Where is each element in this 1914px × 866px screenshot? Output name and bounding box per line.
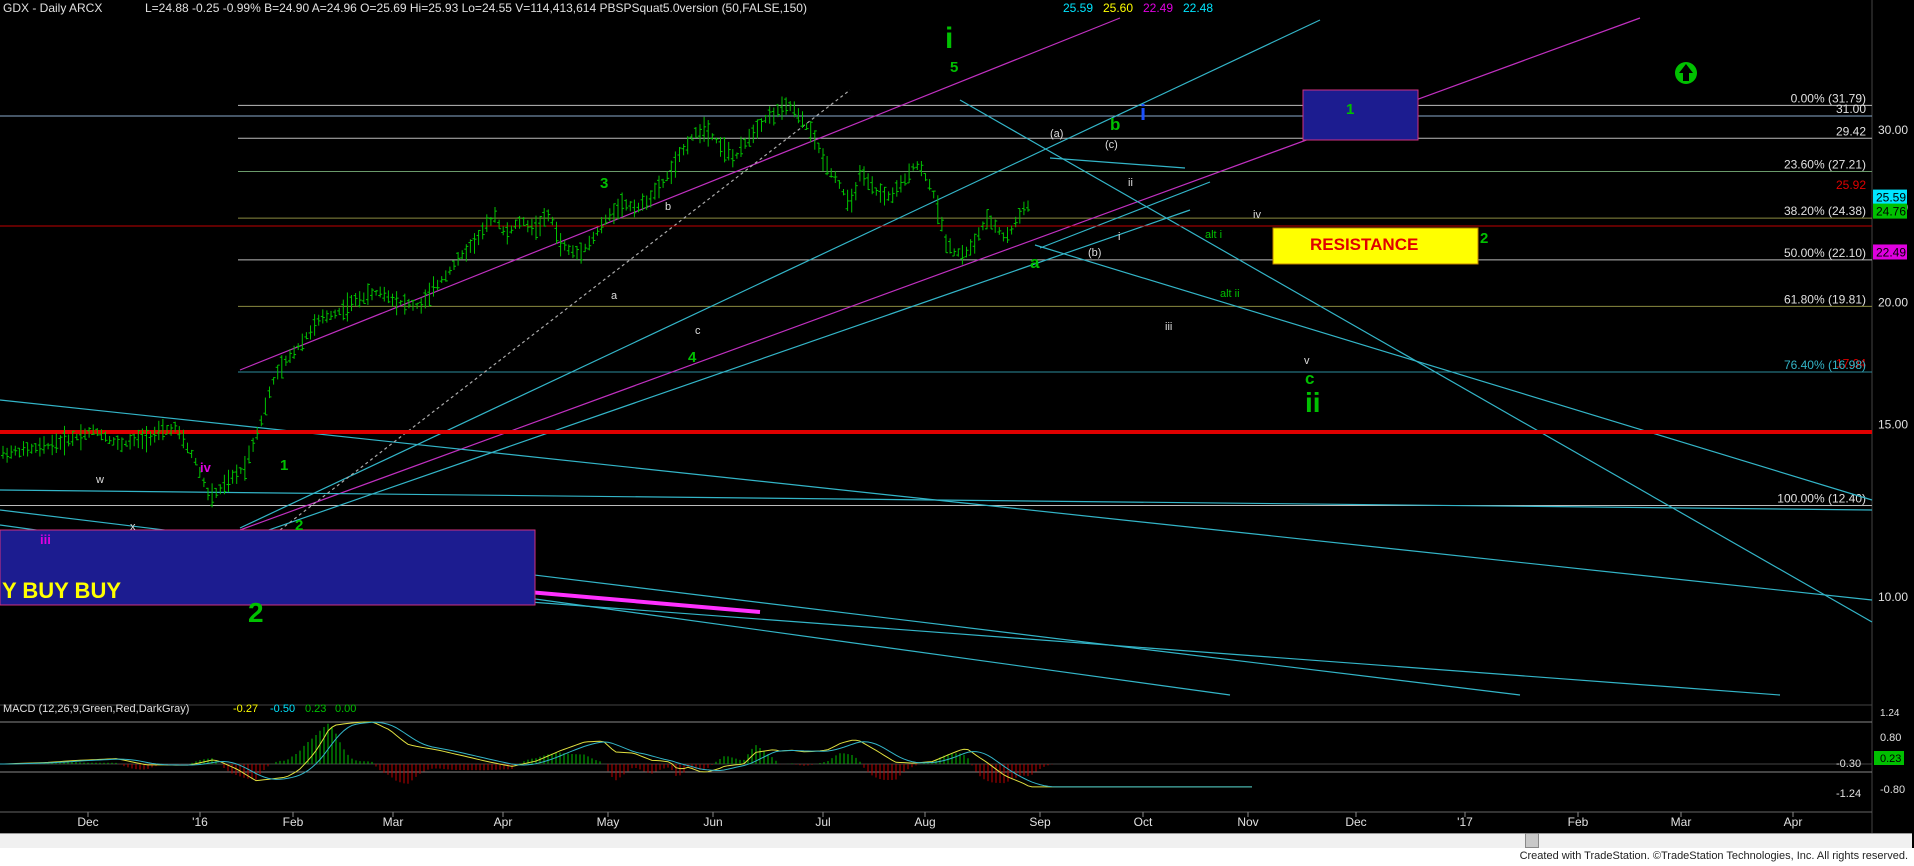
svg-text:x: x — [130, 521, 136, 533]
price-tick-label: 15.00 — [1878, 418, 1908, 432]
svg-text:b: b — [665, 201, 671, 213]
date-tick-label: Feb — [1568, 815, 1589, 829]
chart-scrollbar[interactable] — [0, 833, 1912, 848]
svg-text:(c): (c) — [1105, 139, 1118, 151]
wave-label-i: i — [945, 22, 953, 55]
resistance-label: RESISTANCE — [1310, 235, 1418, 254]
macd-value-3: 0.23 — [305, 703, 326, 715]
date-tick-label: Apr — [1784, 815, 1803, 829]
wave-label-iv: iv — [200, 460, 212, 475]
macd-value-4: 0.00 — [335, 703, 356, 715]
macd-value-1: -0.27 — [233, 703, 258, 715]
up-arrow-icon — [1675, 62, 1697, 84]
date-tick-label: Jul — [815, 815, 830, 829]
date-tick-label: '16 — [192, 815, 208, 829]
wave-label-blue-i: i — [1140, 100, 1146, 125]
wave-label-2-large: 2 — [248, 597, 264, 628]
svg-text:w: w — [95, 474, 104, 486]
date-tick-label: May — [597, 815, 620, 829]
svg-text:(a): (a) — [1050, 128, 1063, 140]
price-tick-label: 30.00 — [1878, 123, 1908, 137]
header-indicator-3: 22.49 — [1143, 1, 1173, 15]
wave-label-4: 4 — [688, 349, 697, 366]
svg-text:v: v — [1304, 355, 1310, 367]
wave-label-1: 1 — [280, 457, 288, 474]
wave-label-ii: ii — [1305, 387, 1321, 418]
price-chart: 0.00% (31.79)31.0029.4223.60% (27.21)25.… — [0, 0, 1914, 866]
svg-text:alt i: alt i — [1205, 229, 1222, 241]
wave-label-c: c — [1305, 369, 1314, 388]
wave-label-3: 3 — [600, 175, 608, 192]
svg-text:alt ii: alt ii — [1220, 288, 1240, 300]
fib-label: 50.00% (22.10) — [1784, 246, 1866, 260]
svg-text:ii: ii — [1128, 177, 1133, 189]
wave-label-a: a — [1030, 253, 1040, 272]
wave-label-1-box: 1 — [1346, 101, 1354, 118]
header-indicator-1: 25.59 — [1063, 1, 1093, 15]
date-tick-label: '17 — [1457, 815, 1473, 829]
footer-bar: Created with TradeStation. ©TradeStation… — [0, 848, 1914, 866]
svg-text:iv: iv — [1253, 209, 1261, 221]
chart-scroll-thumb[interactable] — [1525, 833, 1539, 848]
macd-axis-3: 0.23 — [1880, 753, 1901, 765]
wave-label-b: b — [1110, 115, 1120, 134]
wave-label-iii-pink: iii — [40, 532, 51, 547]
date-tick-label: Apr — [494, 815, 513, 829]
fib-label: 23.60% (27.21) — [1784, 157, 1866, 171]
header-indicator-2: 25.60 — [1103, 1, 1133, 15]
fib-label: 29.42 — [1836, 124, 1866, 138]
date-tick-label: Oct — [1134, 815, 1153, 829]
svg-text:a: a — [611, 290, 618, 302]
macd-axis-2: 0.80 — [1880, 732, 1901, 744]
fib-label: 61.80% (19.81) — [1784, 292, 1866, 306]
price-tag-label: 22.49 — [1876, 245, 1906, 259]
price-tag-label: 25.59 — [1876, 191, 1906, 205]
fib-label: 38.20% (24.38) — [1784, 204, 1866, 218]
svg-text:i: i — [1118, 231, 1120, 243]
price-tick-label: 10.00 — [1878, 590, 1908, 604]
date-tick-label: Feb — [283, 815, 304, 829]
wave-label-2-right: 2 — [1480, 230, 1488, 247]
wave-label-2-small: 2 — [295, 517, 303, 534]
svg-text:iii: iii — [1165, 321, 1172, 333]
fib-label: 31.00 — [1836, 102, 1866, 116]
svg-text:c: c — [695, 325, 701, 337]
date-tick-label: Jun — [703, 815, 722, 829]
chart-header-ohlc: L=24.88 -0.25 -0.99% B=24.90 A=24.96 O=2… — [145, 1, 807, 15]
macd-title: MACD (12,26,9,Green,Red,DarkGray) — [3, 703, 189, 715]
wave-label-5: 5 — [950, 59, 958, 76]
target-box — [1302, 89, 1419, 141]
header-indicator-4: 22.48 — [1183, 1, 1213, 15]
fib-label: 25.92 — [1836, 178, 1866, 192]
footer-credit: Created with TradeStation. ©TradeStation… — [1519, 850, 1908, 862]
date-tick-label: Sep — [1029, 815, 1051, 829]
macd-axis-1: 1.24 — [1880, 708, 1900, 719]
fib-label: 76.40% (16.98) — [1784, 358, 1866, 372]
date-tick-label: Dec — [1345, 815, 1366, 829]
macd-axis-5: -0.80 — [1880, 784, 1905, 796]
svg-text:(b): (b) — [1088, 247, 1101, 259]
macd-value-2: -0.50 — [270, 703, 295, 715]
date-tick-label: Dec — [77, 815, 98, 829]
date-tick-label: Mar — [383, 815, 404, 829]
macd-axis-4: -0.30 — [1836, 758, 1861, 770]
macd-axis-6: -1.24 — [1836, 788, 1861, 800]
price-tag-label: 24.76 — [1876, 205, 1906, 219]
buy-label: Y BUY BUY — [2, 578, 121, 603]
date-tick-label: Nov — [1237, 815, 1258, 829]
date-tick-label: Mar — [1671, 815, 1692, 829]
date-tick-label: Aug — [914, 815, 935, 829]
chart-header-symbol: GDX - Daily ARCX — [3, 1, 102, 15]
price-tick-label: 20.00 — [1878, 295, 1908, 309]
